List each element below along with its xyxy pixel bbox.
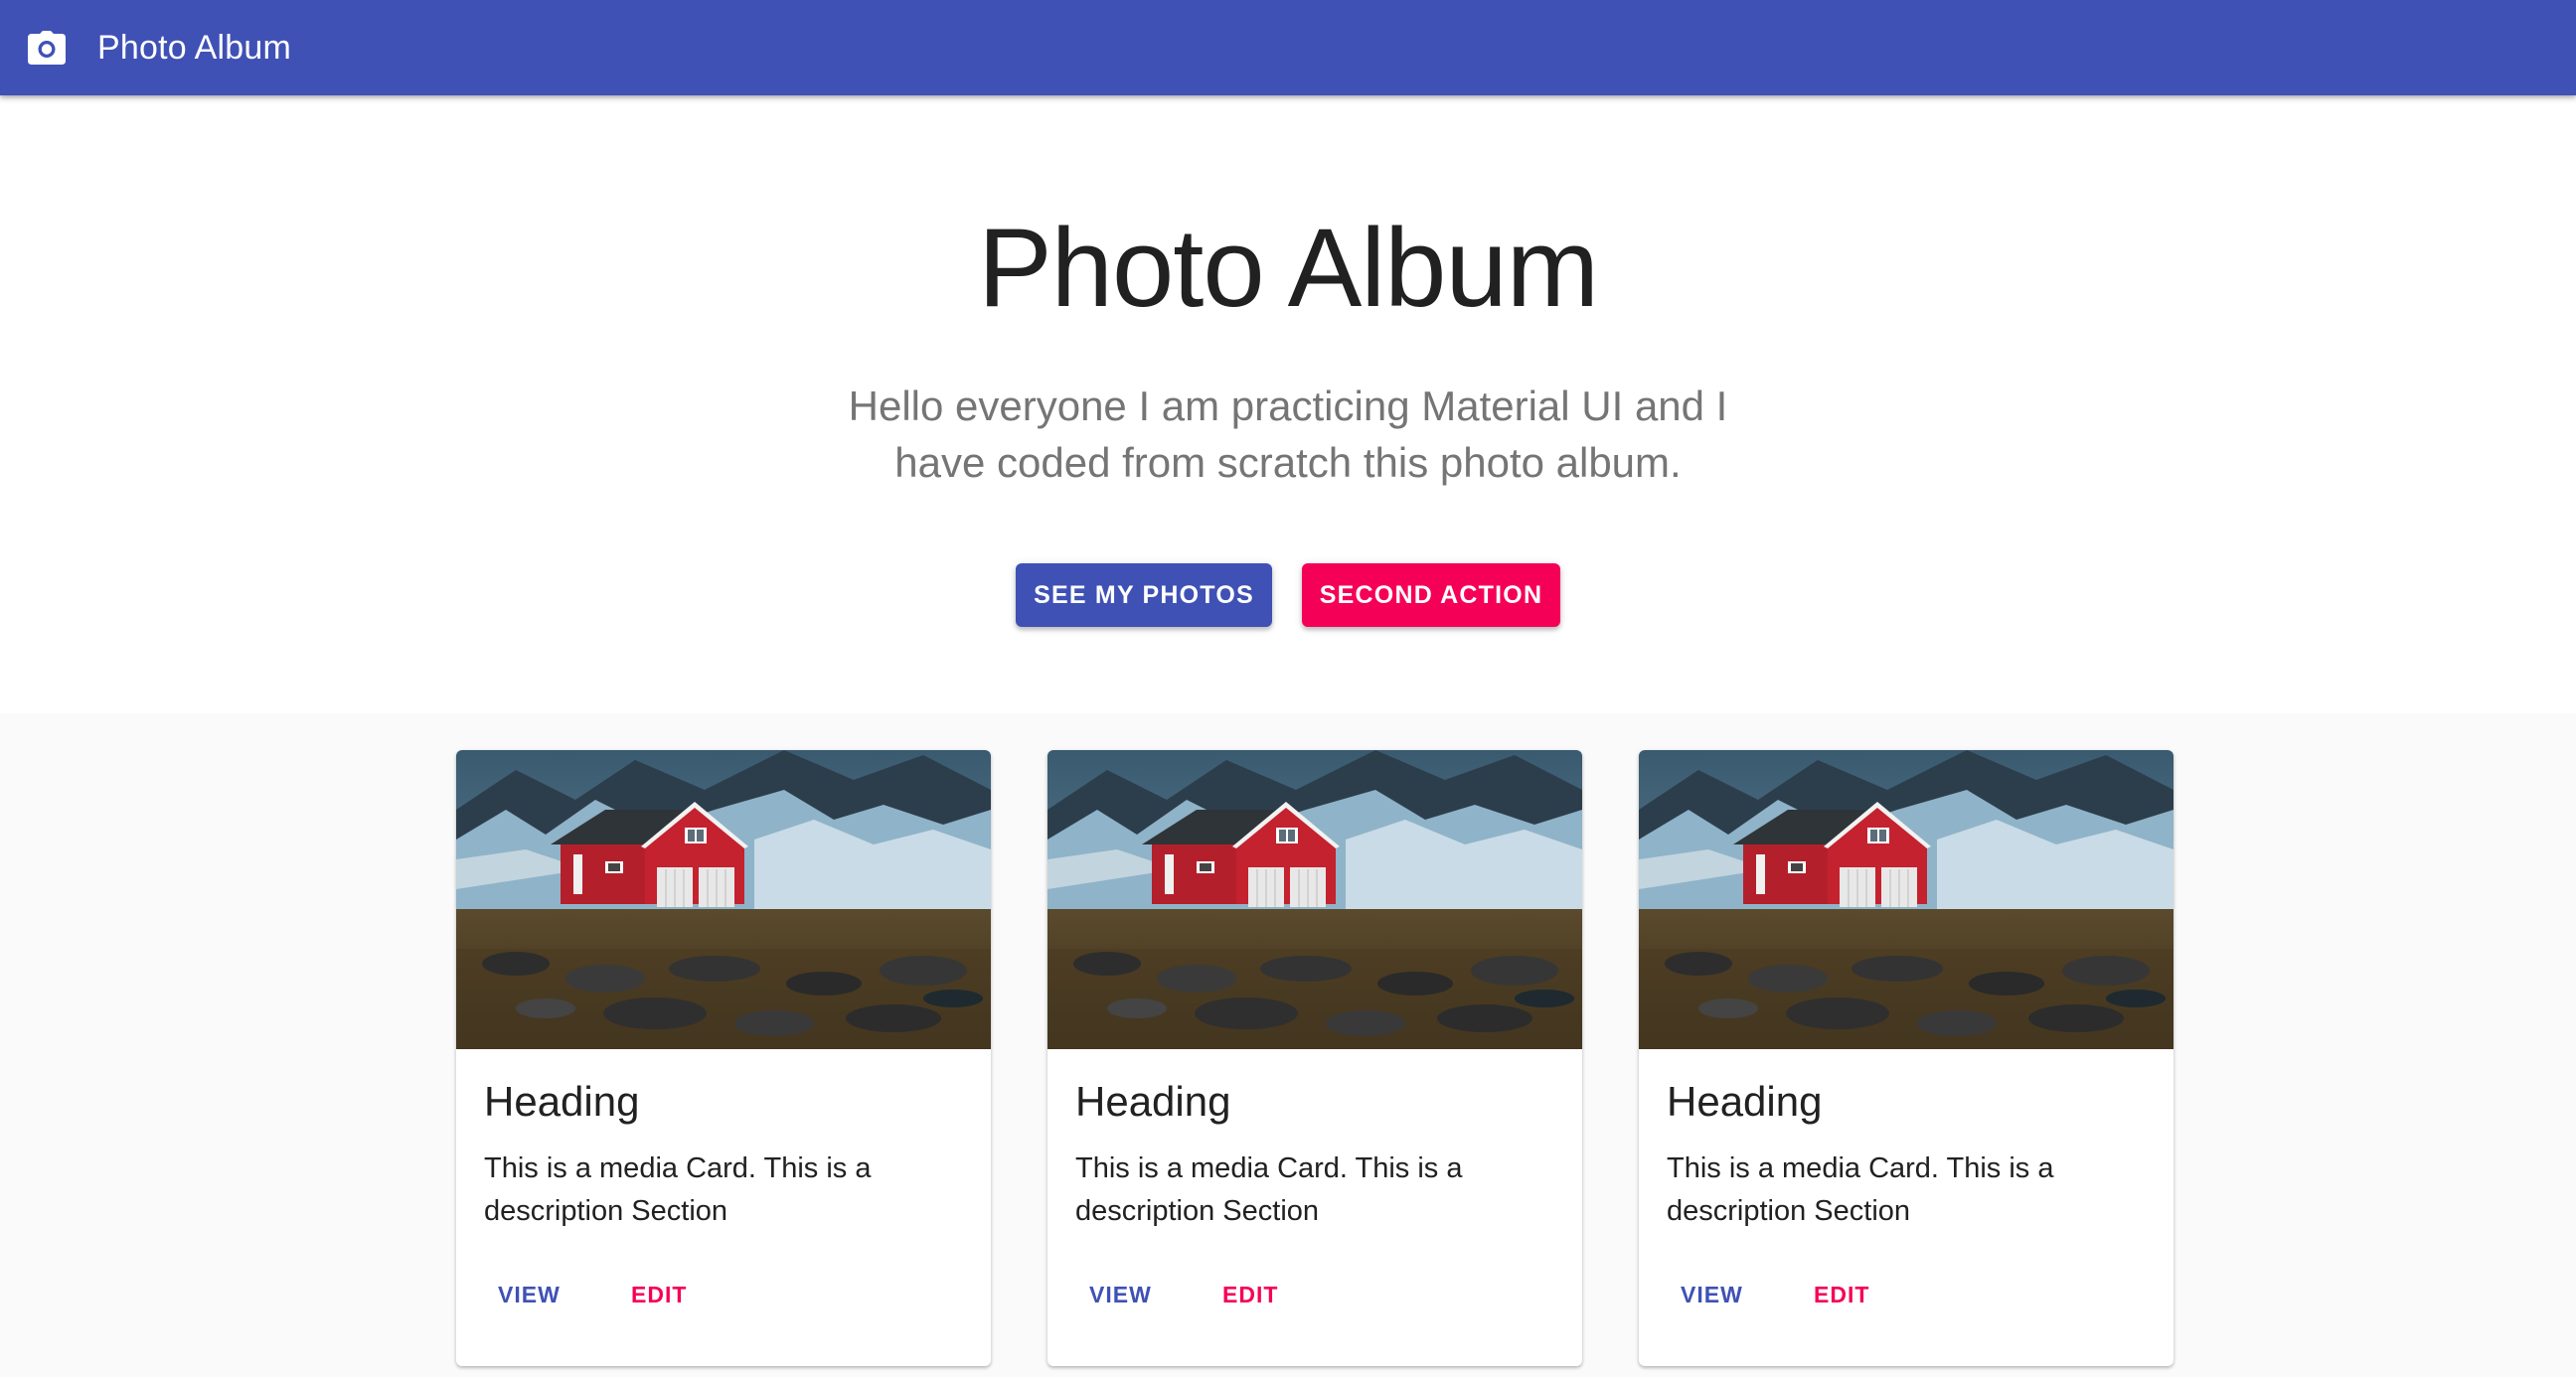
card-description: This is a media Card. This is a descript… — [484, 1152, 872, 1227]
card-heading: Heading — [484, 1078, 640, 1125]
media-card: Heading This is a media Card. This is a … — [456, 750, 991, 1366]
page-title: Photo Album — [977, 206, 1599, 330]
card-grid: Heading This is a media Card. This is a … — [0, 713, 2576, 1377]
app-title: Photo Album — [97, 28, 291, 67]
camera-icon — [28, 29, 66, 67]
card-description: This is a media Card. This is a descript… — [1075, 1152, 1463, 1227]
hero-subtitle: Hello everyone I am practicing Material … — [848, 382, 1728, 486]
view-button[interactable]: VIEW — [1089, 1282, 1152, 1308]
hero-section: Photo Album Hello everyone I am practici… — [0, 95, 2576, 713]
hero-actions: SEE MY PHOTOS SECOND ACTION — [0, 563, 2576, 627]
media-card: Heading This is a media Card. This is a … — [1639, 750, 2174, 1366]
card-description: This is a media Card. This is a descript… — [1667, 1152, 2054, 1227]
red-house-photo — [1047, 750, 1582, 1049]
edit-button[interactable]: EDIT — [631, 1282, 687, 1308]
media-card: Heading This is a media Card. This is a … — [1047, 750, 1582, 1366]
view-button[interactable]: VIEW — [1681, 1282, 1743, 1308]
red-house-photo — [456, 750, 991, 1049]
app-bar: Photo Album — [0, 0, 2576, 95]
edit-button[interactable]: EDIT — [1222, 1282, 1278, 1308]
view-button[interactable]: VIEW — [498, 1282, 561, 1308]
red-house-photo — [1639, 750, 2174, 1049]
second-action-button[interactable]: SECOND ACTION — [1302, 563, 1560, 627]
edit-button[interactable]: EDIT — [1814, 1282, 1869, 1308]
card-heading: Heading — [1075, 1078, 1231, 1125]
card-heading: Heading — [1667, 1078, 1823, 1125]
see-my-photos-button[interactable]: SEE MY PHOTOS — [1016, 563, 1272, 627]
